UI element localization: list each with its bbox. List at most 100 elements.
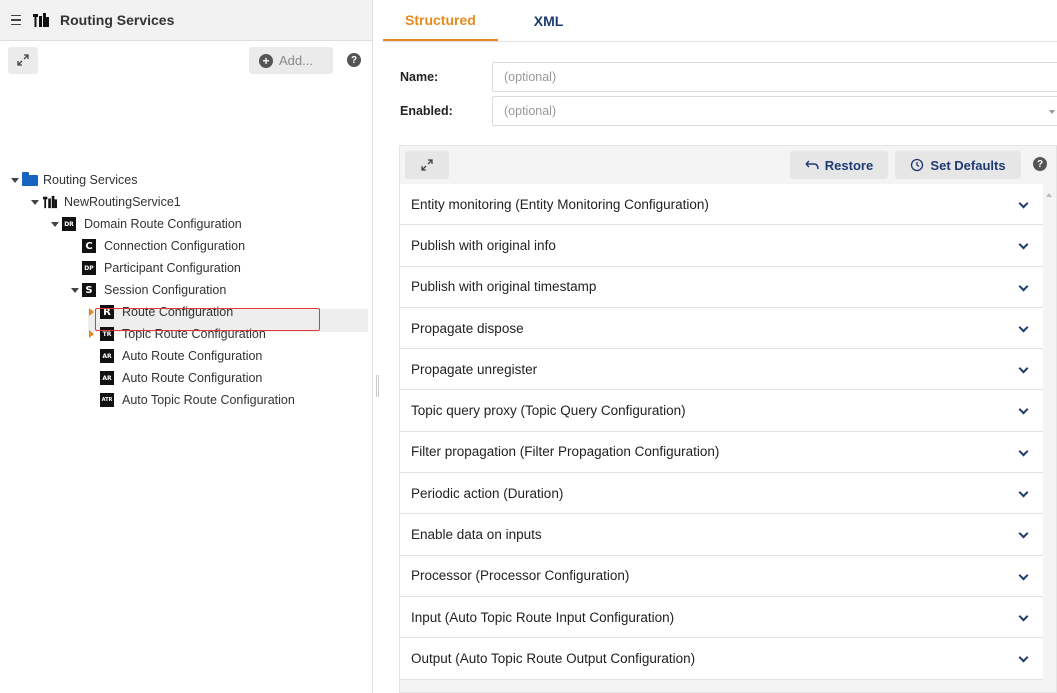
- tree-toolbar: + Add... ?: [0, 41, 372, 79]
- domain-route-icon: DR: [62, 217, 76, 231]
- section-label: Enable data on inputs: [411, 527, 542, 543]
- tree-node-label: Domain Route Configuration: [84, 217, 242, 231]
- chevron-down-icon: [1018, 446, 1029, 457]
- properties-panel: Restore Set Defaults ? Entity monitoring…: [399, 145, 1057, 693]
- chevron-down-icon: [1018, 322, 1029, 333]
- section-label: Output (Auto Topic Route Output Configur…: [411, 650, 696, 666]
- section-entity-monitoring[interactable]: Entity monitoring (Entity Monitoring Con…: [400, 184, 1043, 226]
- participant-icon: DP: [82, 261, 96, 275]
- expanded-caret-icon: [11, 177, 19, 183]
- tree-node-label: Connection Configuration: [104, 239, 246, 253]
- section-topic-query-proxy[interactable]: Topic query proxy (Topic Query Configura…: [400, 390, 1043, 432]
- navigation-panel: Routing Services + Add... ? Routing Serv…: [0, 0, 373, 693]
- add-button-label: Add...: [279, 53, 313, 68]
- panel-splitter-handle[interactable]: [376, 375, 379, 397]
- enabled-row: Enabled: (optional): [400, 96, 1057, 126]
- tree-node-connection[interactable]: C Connection Configuration: [82, 235, 245, 257]
- tree-node-label: NewRoutingService1: [64, 195, 181, 209]
- auto-route-icon: AR: [100, 371, 114, 385]
- connection-icon: C: [82, 239, 96, 253]
- auto-route-icon: AR: [100, 349, 114, 363]
- tab-xml[interactable]: XML: [498, 0, 586, 41]
- section-propagate-unregister[interactable]: Propagate unregister: [400, 349, 1043, 391]
- chevron-down-icon: [1018, 487, 1029, 498]
- tree-node-label: Auto Topic Route Configuration: [122, 393, 295, 407]
- tree-node-label: Participant Configuration: [104, 261, 241, 275]
- app-header: Routing Services: [0, 0, 372, 41]
- history-icon: [911, 158, 924, 172]
- routing-service-logo-icon: [33, 13, 49, 27]
- section-propagate-dispose[interactable]: Propagate dispose: [400, 307, 1043, 350]
- restore-label: Restore: [824, 157, 874, 173]
- section-publish-original-timestamp[interactable]: Publish with original timestamp: [400, 266, 1043, 308]
- tab-structured[interactable]: Structured: [383, 0, 498, 41]
- hamburger-menu-icon[interactable]: [11, 14, 21, 26]
- chevron-down-icon: [1018, 652, 1029, 663]
- expand-arrows-icon: [17, 54, 29, 66]
- section-label: Propagate dispose: [411, 320, 524, 336]
- routing-service-icon: [43, 195, 57, 209]
- folder-icon: [22, 171, 38, 186]
- expanded-caret-icon: [31, 199, 39, 205]
- plus-circle-icon: +: [259, 53, 273, 68]
- collapsed-caret-icon: [89, 308, 94, 316]
- tree-node-routing-services[interactable]: Routing Services: [11, 169, 138, 191]
- section-label: Topic query proxy (Topic Query Configura…: [411, 403, 686, 419]
- tree-node-auto-route-2[interactable]: AR Auto Route Configuration: [100, 367, 262, 389]
- chevron-down-icon: [1018, 363, 1029, 374]
- tree-node-auto-topic-route[interactable]: ATR Auto Topic Route Configuration: [100, 389, 295, 411]
- section-label: Propagate unregister: [411, 361, 538, 377]
- chevron-down-icon: [1018, 239, 1029, 250]
- expanded-caret-icon: [71, 287, 79, 293]
- tree-node-service[interactable]: NewRoutingService1: [31, 191, 181, 213]
- help-icon[interactable]: ?: [347, 53, 361, 67]
- collapsed-caret-icon: [89, 330, 94, 338]
- tree-node-session[interactable]: S Session Configuration: [71, 279, 226, 301]
- section-list: Entity monitoring (Entity Monitoring Con…: [400, 184, 1043, 680]
- editor-panel: Structured XML Name: (optional) Enabled:…: [383, 0, 1057, 693]
- section-input[interactable]: Input (Auto Topic Route Input Configurat…: [400, 596, 1043, 639]
- panel-toolbar: Restore Set Defaults ?: [400, 146, 1056, 183]
- section-publish-original-info[interactable]: Publish with original info: [400, 225, 1043, 267]
- enabled-placeholder: (optional): [504, 104, 557, 118]
- name-label: Name:: [400, 70, 439, 84]
- section-label: Entity monitoring (Entity Monitoring Con…: [411, 196, 709, 212]
- section-processor[interactable]: Processor (Processor Configuration): [400, 555, 1043, 597]
- chevron-down-icon: [1018, 570, 1029, 581]
- section-filter-propagation[interactable]: Filter propagation (Filter Propagation C…: [400, 431, 1043, 474]
- name-row: Name: (optional): [400, 62, 1057, 92]
- name-field[interactable]: (optional): [492, 62, 1057, 92]
- enabled-label: Enabled:: [400, 104, 453, 118]
- section-label: Periodic action (Duration): [411, 485, 564, 501]
- tree-node-label: Routing Services: [43, 173, 138, 187]
- chevron-down-icon: [1018, 611, 1029, 622]
- section-label: Publish with original info: [411, 237, 556, 253]
- section-label: Publish with original timestamp: [411, 279, 597, 295]
- tree-node-domain-route[interactable]: DR Domain Route Configuration: [51, 213, 242, 235]
- set-defaults-button[interactable]: Set Defaults: [895, 151, 1021, 179]
- scroll-up-arrow-icon[interactable]: [1046, 193, 1052, 197]
- chevron-down-icon: [1018, 405, 1029, 415]
- expand-arrows-icon: [421, 159, 433, 171]
- section-label: Input (Auto Topic Route Input Configurat…: [411, 609, 675, 625]
- section-periodic-action[interactable]: Periodic action (Duration): [400, 473, 1043, 515]
- app-title: Routing Services: [60, 12, 175, 28]
- section-label: Processor (Processor Configuration): [411, 568, 630, 584]
- panel-expand-button[interactable]: [405, 151, 449, 179]
- expand-button[interactable]: [8, 46, 38, 74]
- enabled-select[interactable]: (optional): [492, 96, 1057, 126]
- tree-node-label: Auto Route Configuration: [122, 371, 263, 385]
- session-icon: S: [82, 283, 96, 297]
- tree-node-label: Session Configuration: [104, 283, 227, 297]
- help-icon[interactable]: ?: [1033, 157, 1047, 171]
- section-enable-data-on-inputs[interactable]: Enable data on inputs: [400, 514, 1043, 556]
- restore-button[interactable]: Restore: [790, 151, 888, 179]
- chevron-down-icon: [1018, 198, 1029, 209]
- section-output[interactable]: Output (Auto Topic Route Output Configur…: [400, 638, 1043, 680]
- tree-node-auto-route-1[interactable]: AR Auto Route Configuration: [100, 345, 262, 367]
- expanded-caret-icon: [51, 221, 59, 227]
- tree-node-label: Auto Route Configuration: [122, 349, 263, 363]
- section-label: Filter propagation (Filter Propagation C…: [411, 444, 720, 460]
- tree-node-participant[interactable]: DP Participant Configuration: [82, 257, 241, 279]
- add-button[interactable]: + Add...: [249, 47, 333, 74]
